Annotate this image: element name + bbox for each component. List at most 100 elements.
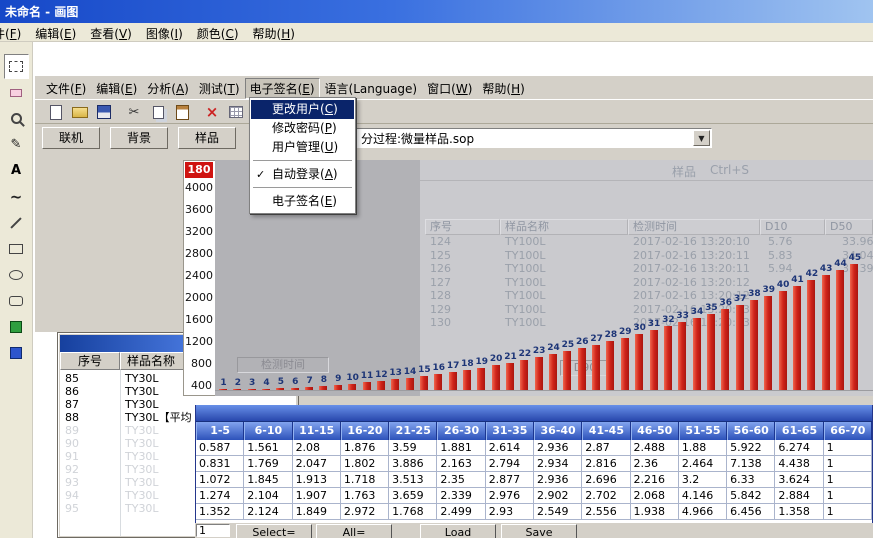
paint-menu-item-4[interactable]: 颜色(C): [190, 23, 246, 42]
dist-cell[interactable]: 1.913: [293, 472, 341, 488]
dist-cell[interactable]: 1.358: [775, 504, 823, 520]
fill-blue-tool[interactable]: [4, 340, 29, 365]
new-document-button[interactable]: [45, 102, 67, 122]
dist-cell[interactable]: 1.763: [341, 488, 389, 504]
dist-cell[interactable]: 2.549: [534, 504, 582, 520]
paint-canvas-lower[interactable]: [33, 332, 57, 538]
dropdown-item-2[interactable]: 用户管理(U): [251, 138, 354, 157]
app-menu-item-0[interactable]: 文件(F): [41, 78, 91, 99]
dist-cell[interactable]: 1.561: [244, 440, 292, 456]
dist-cell[interactable]: 2.068: [631, 488, 679, 504]
dist-cell[interactable]: 1.938: [631, 504, 679, 520]
dist-cell[interactable]: 2.934: [534, 456, 582, 472]
app-menu-item-6[interactable]: 窗口(W): [422, 78, 477, 99]
ellipse-tool[interactable]: [4, 262, 29, 287]
dist-cell[interactable]: 2.08: [293, 440, 341, 456]
curve-tool[interactable]: ~: [4, 184, 29, 209]
dist-cell[interactable]: 1.881: [437, 440, 485, 456]
dist-cell[interactable]: 2.816: [582, 456, 630, 472]
dist-cell[interactable]: 1.072: [196, 472, 244, 488]
dist-cell[interactable]: 2.339: [437, 488, 485, 504]
bottom-button-all[interactable]: All=: [316, 524, 392, 538]
dist-cell[interactable]: 7.138: [727, 456, 775, 472]
dist-cell[interactable]: 1.876: [341, 440, 389, 456]
dist-cell[interactable]: 1.352: [196, 504, 244, 520]
dist-cell[interactable]: 2.499: [437, 504, 485, 520]
app-menu-item-5[interactable]: 语言(Language): [320, 78, 423, 99]
dropdown-item-6[interactable]: 电子签名(E): [251, 192, 354, 211]
dist-cell[interactable]: 3.59: [389, 440, 437, 456]
dist-cell[interactable]: 2.464: [679, 456, 727, 472]
dist-cell[interactable]: 2.877: [486, 472, 534, 488]
dist-cell[interactable]: 1: [824, 504, 872, 520]
dist-cell[interactable]: 1: [824, 472, 872, 488]
eraser-tool[interactable]: [4, 80, 29, 105]
sop-combobox[interactable]: 分过程:微量样品.sop ▼: [356, 128, 712, 148]
save-button[interactable]: [93, 102, 115, 122]
dist-cell[interactable]: 0.831: [196, 456, 244, 472]
app-menu-item-7[interactable]: 帮助(H): [477, 78, 529, 99]
dist-cell[interactable]: 2.884: [775, 488, 823, 504]
dist-cell[interactable]: 2.794: [486, 456, 534, 472]
paint-menu-item-0[interactable]: 文件(F): [0, 23, 28, 42]
dist-cell[interactable]: 3.2: [679, 472, 727, 488]
app-menu-item-1[interactable]: 编辑(E): [91, 78, 142, 99]
dist-cell[interactable]: 2.047: [293, 456, 341, 472]
combo-dropdown-arrow-icon[interactable]: ▼: [693, 130, 710, 146]
rounded-rect-tool[interactable]: [4, 288, 29, 313]
dist-cell[interactable]: 5.842: [727, 488, 775, 504]
dist-row[interactable]: 1.0721.8451.9131.7183.5132.352.8772.9362…: [196, 472, 872, 488]
dist-cell[interactable]: 3.886: [389, 456, 437, 472]
dist-cell[interactable]: 2.614: [486, 440, 534, 456]
dist-cell[interactable]: 5.922: [727, 440, 775, 456]
dist-cell[interactable]: 2.936: [534, 440, 582, 456]
app-menu-item-3[interactable]: 测试(T): [194, 78, 245, 99]
cut-button[interactable]: ✂: [123, 102, 145, 122]
dist-cell[interactable]: 1.845: [244, 472, 292, 488]
app-menu-item-4[interactable]: 电子签名(E): [245, 78, 320, 99]
dist-row[interactable]: 0.5871.5612.081.8763.591.8812.6142.9362.…: [196, 440, 872, 456]
mode-button-2[interactable]: 样品: [178, 127, 236, 149]
dist-cell[interactable]: 2.556: [582, 504, 630, 520]
dist-cell[interactable]: 1.768: [389, 504, 437, 520]
dist-cell[interactable]: 1.274: [196, 488, 244, 504]
dist-cell[interactable]: 2.216: [631, 472, 679, 488]
dist-cell[interactable]: 2.972: [341, 504, 389, 520]
dropdown-item-1[interactable]: 修改密码(P): [251, 119, 354, 138]
paint-menu-item-1[interactable]: 编辑(E): [28, 23, 83, 42]
rectangle-tool[interactable]: [4, 236, 29, 261]
dist-cell[interactable]: 6.274: [775, 440, 823, 456]
dist-cell[interactable]: 2.87: [582, 440, 630, 456]
dist-cell[interactable]: 1: [824, 488, 872, 504]
dist-cell[interactable]: 3.624: [775, 472, 823, 488]
fill-green-tool[interactable]: [4, 314, 29, 339]
dist-cell[interactable]: 2.702: [582, 488, 630, 504]
marquee-select-tool[interactable]: [4, 54, 29, 79]
line-tool[interactable]: [4, 210, 29, 235]
paint-titlebar[interactable]: 未命名 - 画图: [0, 0, 873, 23]
zoom-tool[interactable]: [4, 106, 29, 131]
dist-cell[interactable]: 4.146: [679, 488, 727, 504]
dist-cell[interactable]: 2.976: [486, 488, 534, 504]
dist-cell[interactable]: 2.936: [534, 472, 582, 488]
dist-cell[interactable]: 1: [824, 456, 872, 472]
dist-cell[interactable]: 2.124: [244, 504, 292, 520]
mode-button-1[interactable]: 背景: [110, 127, 168, 149]
dist-cell[interactable]: 2.36: [631, 456, 679, 472]
dist-cell[interactable]: 1.769: [244, 456, 292, 472]
pencil-tool[interactable]: ✎: [4, 132, 29, 157]
open-folder-button[interactable]: [69, 102, 91, 122]
dist-cell[interactable]: 4.966: [679, 504, 727, 520]
dist-cell[interactable]: 6.33: [727, 472, 775, 488]
dist-row[interactable]: 1.3522.1241.8492.9721.7682.4992.932.5492…: [196, 504, 872, 520]
dist-cell[interactable]: 2.35: [437, 472, 485, 488]
bottom-button-select[interactable]: Select=: [236, 524, 312, 538]
mode-button-0[interactable]: 联机: [42, 127, 100, 149]
dist-cell[interactable]: 1.802: [341, 456, 389, 472]
copy-button[interactable]: [147, 102, 169, 122]
dist-cell[interactable]: 3.513: [389, 472, 437, 488]
delete-button[interactable]: ×: [201, 102, 223, 122]
dist-cell[interactable]: 2.488: [631, 440, 679, 456]
dist-row[interactable]: 1.2742.1041.9071.7633.6592.3392.9762.902…: [196, 488, 872, 504]
dist-cell[interactable]: 1: [824, 440, 872, 456]
